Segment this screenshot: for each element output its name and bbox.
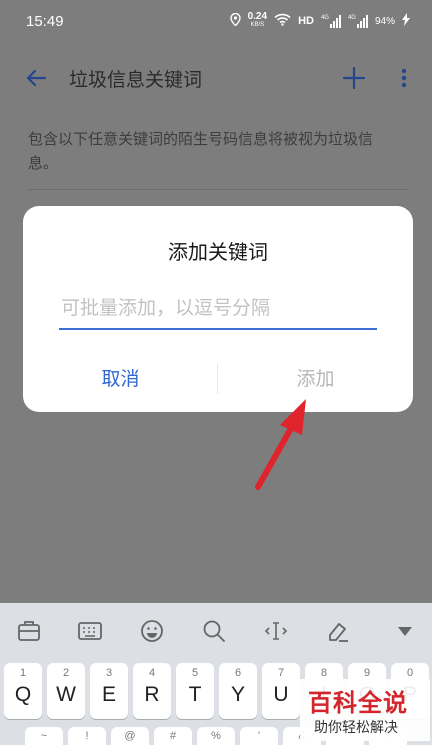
key-num: ' [257, 730, 261, 742]
signal-icon-2: 4G [347, 14, 368, 28]
wifi-icon [274, 13, 291, 29]
key-num: @ [124, 730, 136, 742]
key-num: 8 [320, 667, 328, 679]
more-options-icon[interactable] [396, 66, 412, 90]
app-bar: 垃圾信息关键词 [0, 50, 432, 106]
watermark-logo: 百科全说 助你轻松解决 [300, 679, 430, 741]
key-num: % [211, 730, 221, 742]
cursor-move-icon[interactable] [263, 618, 289, 644]
key-num: ! [85, 730, 89, 742]
emoji-icon[interactable] [139, 618, 165, 644]
key-num: 0 [406, 667, 414, 679]
net-label-1: 4G [320, 14, 329, 21]
key-char: Q [14, 683, 32, 706]
key-e[interactable]: 3E [90, 663, 128, 719]
key-d[interactable]: @ [111, 727, 149, 745]
status-indicators: 0.24 KB/S HD 4G 4G 94% [229, 11, 410, 29]
key-r[interactable]: 4R [133, 663, 171, 719]
handwriting-icon[interactable] [325, 618, 351, 644]
dialog-title: 添加关键词 [168, 240, 268, 264]
watermark-title: 百科全说 [308, 689, 408, 717]
key-num: 7 [277, 667, 285, 679]
key-g[interactable]: % [197, 727, 235, 745]
toolbox-icon[interactable] [16, 618, 42, 644]
key-num: 9 [363, 667, 371, 679]
speed-value: 0.24 [247, 11, 268, 22]
description-text: 包含以下任意关键词的陌生号码信息将被视为垃圾信息。 [28, 130, 374, 172]
key-num: 2 [62, 667, 70, 679]
page-title: 垃圾信息关键词 [69, 69, 203, 91]
key-char: Y [230, 683, 245, 706]
key-u[interactable]: 7U [262, 663, 300, 719]
key-f[interactable]: # [154, 727, 192, 745]
key-s[interactable]: ! [68, 727, 106, 745]
status-bar: 15:49 0.24 KB/S HD 4G 4G 94% [0, 0, 432, 44]
key-num: 5 [191, 667, 199, 679]
status-time: 15:49 [26, 13, 64, 30]
annotation-arrow-icon [255, 399, 306, 490]
key-num: 1 [19, 667, 27, 679]
keyboard-layout-icon[interactable] [77, 618, 103, 644]
battery-level: 94% [374, 15, 395, 27]
charging-icon [402, 13, 410, 29]
key-num: # [169, 730, 177, 742]
signal-icon-1: 4G [320, 14, 341, 28]
key-h[interactable]: ' [240, 727, 278, 745]
keyboard-toolbar [0, 603, 432, 657]
divider [28, 189, 408, 190]
key-t[interactable]: 5T [176, 663, 214, 719]
key-a[interactable]: ~ [25, 727, 63, 745]
net-label-2: 4G [347, 14, 356, 21]
add-keyword-dialog: 添加关键词 取消 添加 [23, 206, 413, 412]
key-num: ~ [40, 730, 48, 742]
key-char: R [144, 683, 160, 706]
network-speed: 0.24 KB/S [247, 11, 268, 29]
collapse-keyboard-icon[interactable] [392, 618, 418, 644]
key-num: 6 [234, 667, 242, 679]
cancel-button[interactable]: 取消 [23, 356, 218, 402]
speed-unit: KB/S [250, 22, 265, 28]
key-num: 3 [105, 667, 113, 679]
back-arrow-icon[interactable] [24, 66, 48, 90]
keyword-input[interactable] [59, 288, 377, 330]
key-char: E [101, 683, 116, 706]
key-num: 4 [148, 667, 156, 679]
key-char: U [273, 683, 289, 706]
key-q[interactable]: 1Q [4, 663, 42, 719]
key-char: W [56, 683, 76, 706]
key-w[interactable]: 2W [47, 663, 85, 719]
key-y[interactable]: 6Y [219, 663, 257, 719]
location-icon [229, 12, 241, 29]
hd-badge: HD [298, 15, 314, 27]
add-icon[interactable] [342, 66, 366, 90]
key-char: T [188, 683, 202, 706]
dialog-buttons: 取消 添加 [23, 356, 413, 402]
watermark-subtitle: 助你轻松解决 [314, 720, 398, 736]
search-icon[interactable] [201, 618, 227, 644]
